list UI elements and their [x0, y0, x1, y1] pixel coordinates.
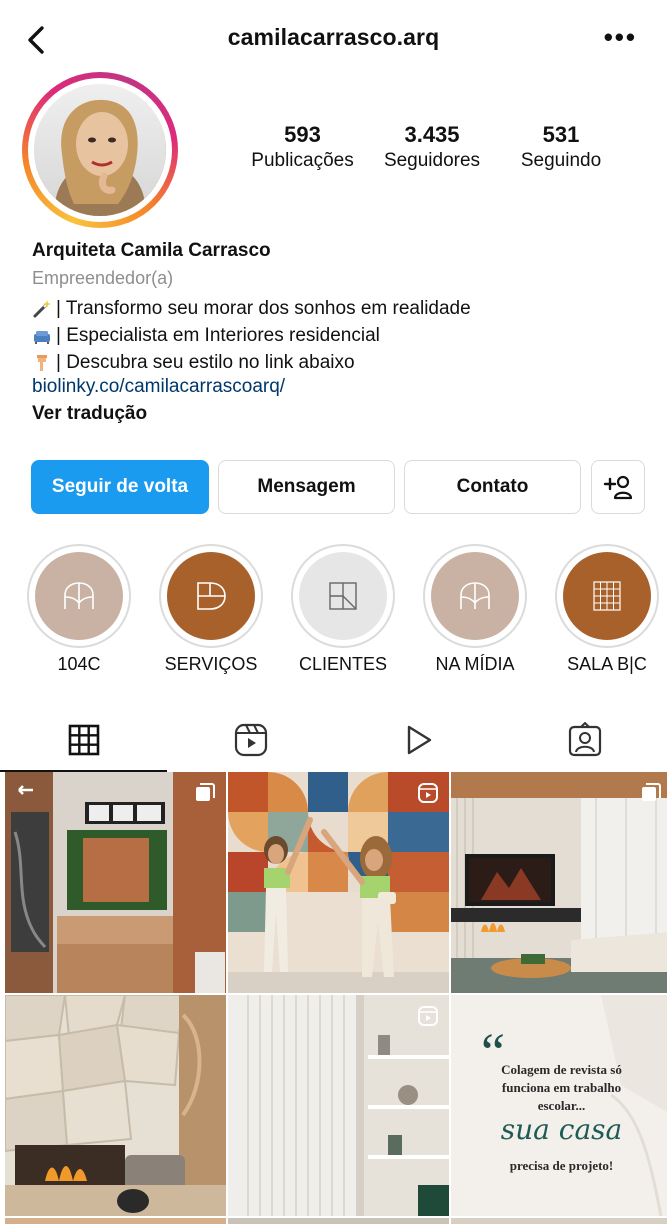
- followers-count-value: 3.435: [404, 122, 460, 147]
- couch-icon: [34, 330, 50, 344]
- following-count[interactable]: 531 Seguindo: [506, 122, 616, 172]
- reels-badge-icon: [418, 783, 438, 803]
- tab-videos[interactable]: [334, 708, 501, 772]
- post-thumbnail[interactable]: [5, 995, 226, 1216]
- pointing-down-icon: [37, 354, 47, 371]
- highlight-clientes[interactable]: CLIENTES: [291, 544, 395, 675]
- highlight-label: 104C: [57, 654, 101, 674]
- highlight-104c[interactable]: 104C: [27, 544, 131, 675]
- d-shape-logo-icon: [197, 582, 226, 610]
- bio-link[interactable]: biolinky.co/camilacarrascoarq/: [32, 376, 652, 403]
- bio-line: | Descubra seu estilo no link abaixo: [32, 349, 652, 376]
- highlight-cover: [431, 552, 519, 640]
- profile-stats: 593 Publicações 3.435 Seguidores 531 Seg…: [240, 122, 620, 182]
- avatar-photo: [34, 84, 166, 216]
- post-image-stone-fireplace: [5, 995, 226, 1216]
- posts-count-value: 593: [284, 122, 321, 147]
- post-thumbnail[interactable]: [228, 1218, 449, 1224]
- highlight-ring: [291, 544, 395, 648]
- add-person-icon: [603, 475, 633, 500]
- highlight-ring: [27, 544, 131, 648]
- bio-line: | Especialista em Interiores residencial: [32, 322, 652, 349]
- see-translation-link[interactable]: Ver tradução: [32, 403, 652, 430]
- bio-line-text: | Descubra seu estilo no link abaixo: [56, 351, 355, 373]
- highlight-label: SERVIÇOS: [164, 654, 258, 674]
- tagged-person-icon: [568, 722, 601, 757]
- magic-wand-icon: [33, 299, 51, 317]
- post-thumbnail[interactable]: [451, 772, 667, 993]
- posts-count-label: Publicações: [251, 150, 354, 171]
- tab-grid[interactable]: [0, 708, 167, 772]
- followers-count[interactable]: 3.435 Seguidores: [372, 122, 492, 172]
- posts-count[interactable]: 593 Publicações: [240, 122, 365, 172]
- bio-line-text: | Especialista em Interiores residencial: [56, 324, 380, 346]
- reels-icon: [234, 723, 267, 757]
- post-image-white-shelves: [228, 995, 449, 1216]
- followers-count-label: Seguidores: [383, 150, 481, 171]
- avatar-border: [28, 78, 172, 222]
- arch-logo-icon: [64, 582, 94, 609]
- quote-text-line: precisa de projeto!: [509, 1158, 614, 1173]
- highlight-cover: [299, 552, 387, 640]
- post-thumbnail[interactable]: [228, 995, 449, 1216]
- following-count-label: Seguindo: [520, 150, 602, 171]
- highlight-cover: [35, 552, 123, 640]
- profile-category: Empreendedor(a): [32, 268, 174, 288]
- tile-pattern-logo-icon: [593, 581, 621, 611]
- highlight-label: SALA B|C: [567, 654, 647, 674]
- post-thumbnail[interactable]: “ Colagem de revista só funciona em trab…: [451, 995, 667, 1216]
- bio-line-text: | Transformo seu morar dos sonhos em rea…: [56, 297, 471, 319]
- more-options-icon[interactable]: •••: [604, 22, 637, 53]
- post-image-geometric-wall: [228, 772, 449, 993]
- profile-name: Arquiteta Camila Carrasco: [32, 240, 271, 261]
- post-thumbnail[interactable]: [5, 1218, 226, 1224]
- profile-username: camilacarrasco.arq: [227, 24, 440, 50]
- quote-text-line: escolar...: [537, 1098, 586, 1113]
- highlight-ring: [555, 544, 659, 648]
- follow-back-button[interactable]: Seguir de volta: [31, 460, 209, 514]
- carousel-icon: [196, 783, 215, 801]
- grid-icon: [68, 724, 99, 756]
- highlight-cover: [563, 552, 651, 640]
- highlight-cover: [167, 552, 255, 640]
- highlight-label: NA MÍDIA: [435, 654, 515, 674]
- arch-logo-icon: [460, 582, 490, 609]
- quote-text-line: funciona em trabalho: [501, 1080, 622, 1095]
- carousel-icon: [642, 783, 661, 801]
- profile-tabs: [0, 708, 667, 772]
- play-icon: [407, 725, 431, 755]
- highlight-na-midia[interactable]: NA MÍDIA: [423, 544, 527, 675]
- suggested-people-button[interactable]: [591, 460, 645, 514]
- highlight-label: CLIENTES: [298, 654, 388, 674]
- post-grid: “ Colagem de revista só funciona em trab…: [0, 772, 667, 1224]
- following-count-value: 531: [542, 122, 580, 147]
- contact-button[interactable]: Contato: [404, 460, 581, 514]
- tab-tagged[interactable]: [501, 708, 667, 772]
- highlight-servicos[interactable]: SERVIÇOS: [159, 544, 263, 675]
- top-bar: camilacarrasco.arq •••: [0, 0, 667, 80]
- quote-script-text: sua casa: [500, 1113, 623, 1146]
- highlight-ring: [423, 544, 527, 648]
- post-thumbnail[interactable]: [228, 772, 449, 993]
- message-button[interactable]: Mensagem: [218, 460, 395, 514]
- post-image-bathroom: [5, 772, 226, 993]
- profile-bio: Arquiteta Camila Carrasco Empreendedor(a…: [32, 240, 652, 430]
- bio-line: | Transformo seu morar dos sonhos em rea…: [32, 295, 652, 322]
- avatar-story-ring[interactable]: [22, 72, 178, 228]
- highlight-sala-bc[interactable]: SALA B|C: [555, 544, 659, 675]
- post-image-living-room: [451, 772, 667, 993]
- square-grid-logo-icon: [329, 582, 357, 610]
- tab-reels[interactable]: [167, 708, 334, 772]
- reels-badge-icon: [418, 1006, 438, 1026]
- avatar: [34, 84, 166, 216]
- quote-text-line: Colagem de revista só: [501, 1062, 622, 1077]
- post-thumbnail[interactable]: [451, 1218, 667, 1224]
- highlight-ring: [159, 544, 263, 648]
- post-thumbnail[interactable]: [5, 772, 226, 993]
